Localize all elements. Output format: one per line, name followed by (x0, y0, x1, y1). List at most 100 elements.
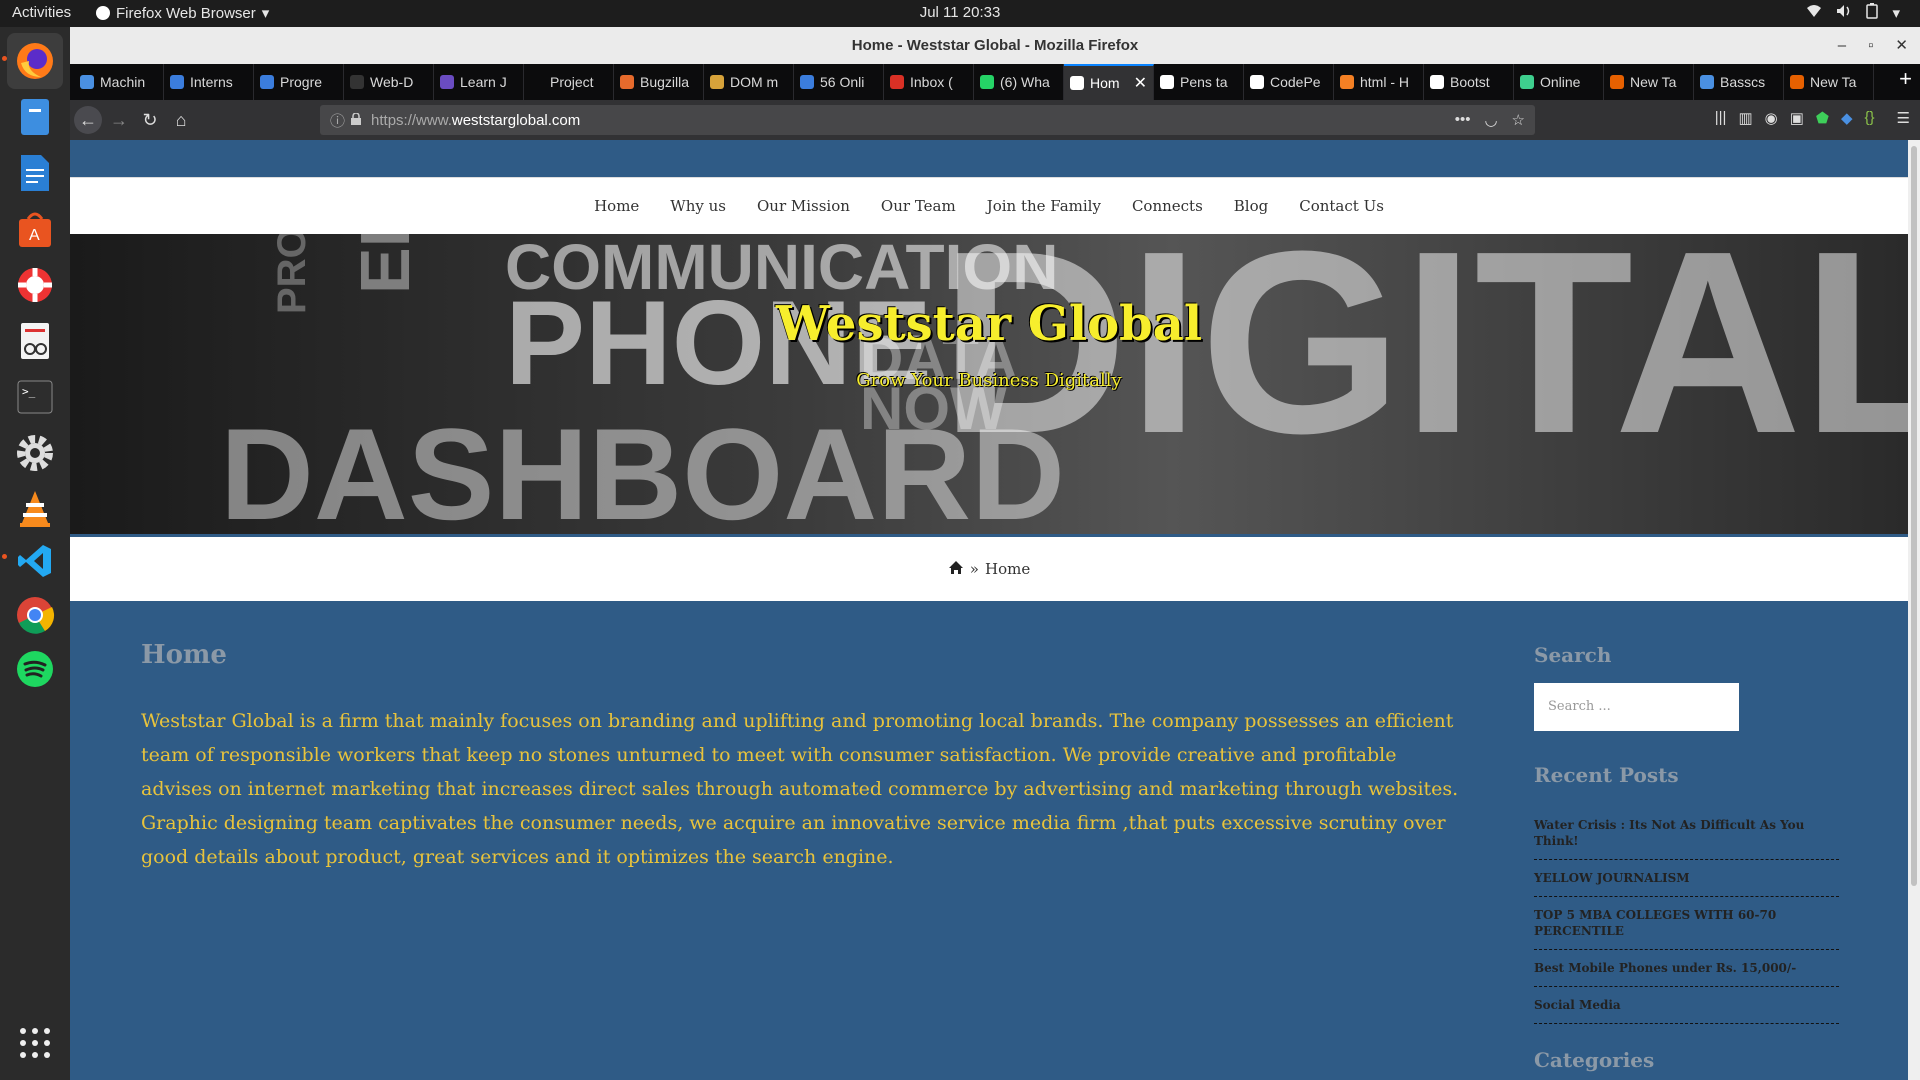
software-center-icon[interactable]: A (7, 201, 63, 257)
hamburger-menu-icon[interactable]: ☰ (1897, 109, 1910, 127)
browser-tab[interactable]: Hom ✕ (1064, 64, 1154, 100)
back-button[interactable]: ← (74, 106, 102, 134)
recent-post-link[interactable]: Social Media (1534, 987, 1839, 1024)
account-icon[interactable]: ◉ (1765, 109, 1778, 127)
nav-link[interactable]: Blog (1234, 197, 1268, 215)
tab-favicon (1700, 75, 1714, 89)
site-tagline: Grow Your Business Digitally (856, 370, 1122, 391)
help-icon[interactable] (7, 257, 63, 313)
browser-tab[interactable]: Pens ta (1154, 64, 1244, 100)
page-scrollbar[interactable] (1908, 140, 1920, 1080)
terminal-icon[interactable]: >_ (7, 369, 63, 425)
toolbar-extensions: ||| ▥ ◉ ▣ ⬟ ◆ {} ☰ (1715, 109, 1910, 127)
scrollbar-thumb[interactable] (1911, 146, 1917, 886)
translate-icon[interactable]: ◆ (1841, 109, 1853, 127)
tab-label: CodePe (1270, 74, 1321, 90)
extension-icon[interactable]: ▣ (1790, 109, 1804, 127)
recent-post-link[interactable]: TOP 5 MBA COLLEGES WITH 60-70 PERCENTILE (1534, 897, 1839, 950)
tab-favicon (1160, 75, 1174, 89)
categories-heading: Categories (1534, 1048, 1655, 1072)
tab-favicon (1610, 75, 1624, 89)
activities-button[interactable]: Activities (12, 4, 71, 21)
browser-tab[interactable]: Online (1514, 64, 1604, 100)
recent-post-link[interactable]: YELLOW JOURNALISM (1534, 860, 1839, 897)
files-icon[interactable] (7, 89, 63, 145)
nav-link[interactable]: Our Team (881, 197, 956, 215)
recent-post-link[interactable]: Water Crisis : Its Not As Difficult As Y… (1534, 817, 1839, 860)
browser-tab[interactable]: CodePe (1244, 64, 1334, 100)
svg-text:>_: >_ (22, 385, 36, 398)
browser-tab[interactable]: (6) Wha (974, 64, 1064, 100)
system-tray[interactable]: ▾ (1806, 3, 1900, 23)
site-title[interactable]: Weststar Global (70, 296, 1908, 352)
nav-link[interactable]: Contact Us (1299, 197, 1384, 215)
nav-link[interactable]: Our Mission (757, 197, 850, 215)
browser-tab[interactable]: DOM m (704, 64, 794, 100)
browser-tab[interactable]: New Ta (1604, 64, 1694, 100)
browser-tab[interactable]: Bugzilla (614, 64, 704, 100)
tab-label: Web-D (370, 74, 414, 90)
browser-tab[interactable]: Basscs (1694, 64, 1784, 100)
tab-label: Interns (190, 74, 233, 90)
app-menu-label: Firefox Web Browser (116, 4, 256, 22)
breadcrumb: » Home (70, 537, 1908, 601)
maximize-button[interactable]: ▫ (1868, 27, 1873, 64)
firefox-icon[interactable] (7, 33, 63, 89)
chrome-icon[interactable] (7, 587, 63, 643)
browser-tab[interactable]: Progre (254, 64, 344, 100)
shield-icon[interactable]: ⬟ (1816, 109, 1829, 127)
forward-button[interactable]: → (105, 106, 133, 134)
tab-label: (6) Wha (1000, 74, 1050, 90)
chevron-down-icon: ▾ (261, 5, 270, 22)
close-button[interactable]: ✕ (1895, 27, 1908, 64)
nav-link[interactable]: Connects (1132, 197, 1203, 215)
spotify-icon[interactable] (7, 641, 63, 697)
clock[interactable]: Jul 11 20:33 (0, 4, 1920, 21)
minimize-button[interactable]: – (1838, 27, 1846, 64)
app-menu[interactable]: Firefox Web Browser ▾ (96, 4, 269, 22)
settings-icon[interactable] (7, 425, 63, 481)
window-titlebar[interactable]: Home - Weststar Global - Mozilla Firefox… (70, 27, 1920, 64)
bookmark-star-icon[interactable]: ☆ (1512, 111, 1525, 129)
browser-tab[interactable]: New Ta (1784, 64, 1874, 100)
home-icon[interactable] (948, 560, 964, 579)
tab-favicon (890, 75, 904, 89)
home-button[interactable]: ⌂ (167, 106, 195, 134)
pocket-icon[interactable]: ◡ (1484, 111, 1497, 129)
browser-tab[interactable]: html - H (1334, 64, 1424, 100)
browser-tab[interactable]: Interns (164, 64, 254, 100)
sidebar-icon[interactable]: ▥ (1738, 109, 1752, 127)
writer-icon[interactable] (7, 145, 63, 201)
recent-posts-heading: Recent Posts (1534, 763, 1679, 787)
tab-favicon (440, 75, 454, 89)
vscode-icon[interactable] (7, 533, 63, 589)
main-content: Home Weststar Global is a firm that main… (141, 640, 1471, 874)
library-icon[interactable]: ||| (1715, 109, 1727, 127)
tab-close-icon[interactable]: ✕ (1134, 73, 1147, 93)
tab-favicon (350, 75, 364, 89)
browser-tab[interactable]: Bootst (1424, 64, 1514, 100)
lock-icon[interactable] (351, 111, 362, 129)
recent-post-link[interactable]: Best Mobile Phones under Rs. 15,000/- (1534, 950, 1839, 987)
tab-favicon (530, 75, 544, 89)
info-icon[interactable]: ⓘ (330, 110, 345, 131)
nav-link[interactable]: Join the Family (987, 197, 1101, 215)
reload-button[interactable]: ↻ (136, 106, 164, 134)
tab-strip: Machin Interns Progre Web-D Learn J Project Bu… (70, 64, 1920, 100)
new-tab-button[interactable]: + (1899, 66, 1912, 92)
app-grid-icon[interactable] (7, 1015, 63, 1071)
code-icon[interactable]: {} (1865, 109, 1875, 127)
document-viewer-icon[interactable] (7, 313, 63, 369)
vlc-icon[interactable] (7, 481, 63, 537)
browser-tab[interactable]: Inbox ( (884, 64, 974, 100)
page-actions-icon[interactable]: ••• (1455, 111, 1471, 129)
search-input[interactable]: Search ... (1534, 683, 1739, 731)
browser-tab[interactable]: Project (524, 64, 614, 100)
browser-tab[interactable]: Web-D (344, 64, 434, 100)
browser-tab[interactable]: Learn J (434, 64, 524, 100)
url-bar[interactable]: ⓘ https://www. weststarglobal.com ••• ◡ ☆ (320, 105, 1535, 135)
nav-link[interactable]: Why us (670, 197, 726, 215)
browser-tab[interactable]: 56 Onli (794, 64, 884, 100)
browser-tab[interactable]: Machin (74, 64, 164, 100)
nav-link[interactable]: Home (594, 197, 639, 215)
